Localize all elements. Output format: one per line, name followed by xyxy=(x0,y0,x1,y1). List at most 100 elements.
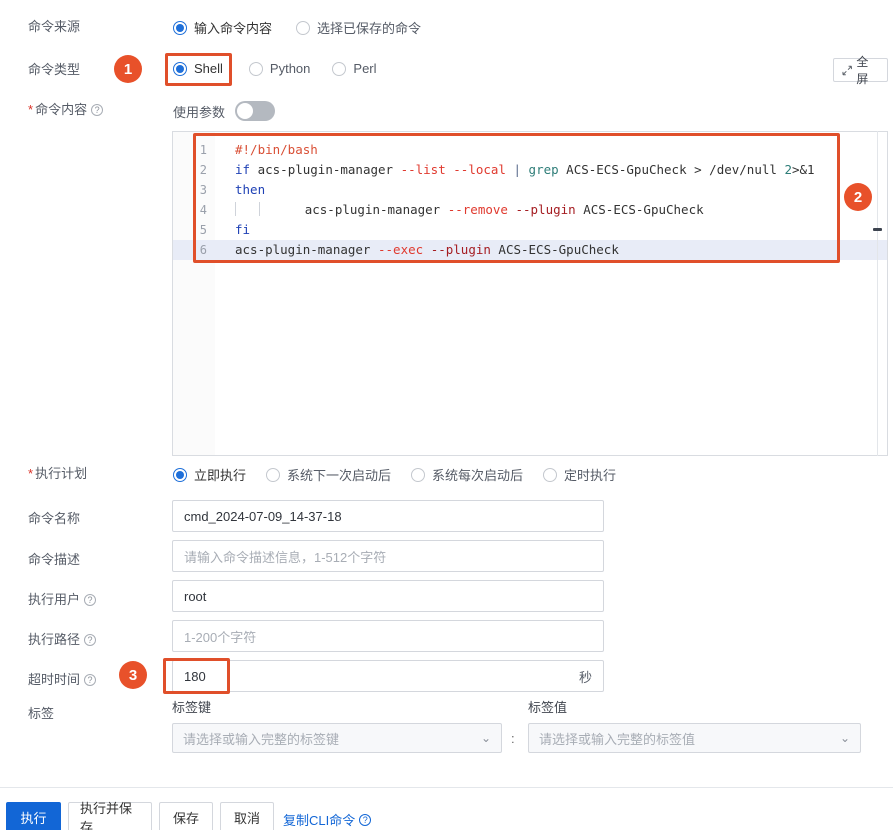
editor-line-text: acs-plugin-manager --remove --plugin ACS… xyxy=(235,200,887,220)
footer-divider xyxy=(0,787,893,788)
code-token: >&1 xyxy=(791,162,815,177)
code-token: ACS-ECS-GpuCheck xyxy=(490,242,619,257)
field-row-command-source: 命令来源 输入命令内容 选择已保存的命令 xyxy=(0,18,893,40)
radio-command-type-perl[interactable]: Perl xyxy=(332,61,377,76)
editor-line[interactable]: 4 acs-plugin-manager --remove --plugin A… xyxy=(173,200,887,220)
radio-group-execution-plan[interactable]: 立即执行 系统下一次启动后 系统每次启动后 定时执行 xyxy=(173,465,640,484)
editor-line[interactable]: 1 #!/bin/bash xyxy=(173,140,887,160)
radio-dot-icon xyxy=(543,467,558,482)
fullscreen-button[interactable]: 全屏 xyxy=(833,55,888,86)
editor-line-number: 5 xyxy=(199,223,207,237)
radio-exec-plan-next-boot[interactable]: 系统下一次启动后 xyxy=(266,465,391,484)
field-row-command-content: * 命令内容? 使用参数 xyxy=(0,101,893,123)
radio-group-command-source[interactable]: 输入命令内容 选择已保存的命令 xyxy=(173,18,445,37)
radio-dot-icon xyxy=(266,467,281,482)
label-command-type: 命令类型 xyxy=(28,62,81,77)
tag-key-select[interactable]: 请选择或输入完整的标签键 ⌄ xyxy=(172,723,502,753)
help-icon[interactable]: ? xyxy=(84,634,97,646)
radio-dot-icon xyxy=(248,61,263,76)
exec-user-value: root xyxy=(184,588,207,604)
create-command-form: 命令来源 输入命令内容 选择已保存的命令 命令类型 Shell Python P… xyxy=(0,0,893,830)
editor-scrollbar-track[interactable] xyxy=(877,131,878,456)
timeout-input[interactable]: 180 秒 xyxy=(172,660,604,692)
help-icon[interactable]: ? xyxy=(84,674,97,686)
code-token: then xyxy=(235,182,266,197)
required-asterisk: * xyxy=(28,466,34,481)
radio-group-command-type[interactable]: Shell Python Perl xyxy=(173,61,401,76)
label-execution-plan: * 执行计划 xyxy=(28,466,88,481)
exec-path-input[interactable]: 1-200个字符 xyxy=(172,620,604,652)
radio-command-type-python[interactable]: Python xyxy=(248,61,310,76)
command-desc-placeholder: 请输入命令描述信息，1-512个字符 xyxy=(184,549,387,565)
expand-arrows-icon xyxy=(842,65,852,75)
editor-line-text: acs-plugin-manager --exec --plugin ACS-E… xyxy=(235,240,887,260)
editor-line[interactable]: 5 fi xyxy=(173,220,887,240)
editor-scrollbar-thumb[interactable] xyxy=(873,228,882,231)
label-exec-user: 执行用户? xyxy=(28,591,163,609)
field-row-tags: 标签 xyxy=(0,705,893,725)
label-command-source: 命令来源 xyxy=(28,19,81,34)
radio-command-source-input[interactable]: 输入命令内容 xyxy=(173,18,272,37)
command-name-input[interactable]: cmd_2024-07-09_14-37-18 xyxy=(172,500,604,532)
radio-exec-plan-scheduled[interactable]: 定时执行 xyxy=(543,465,616,484)
code-token: fi xyxy=(235,222,251,237)
tag-key-label: 标签键 xyxy=(172,700,212,715)
editor-line[interactable]: 3 then xyxy=(173,180,887,200)
label-exec-path: 执行路径? xyxy=(28,631,163,649)
use-params-label: 使用参数 xyxy=(173,104,226,120)
radio-dot-icon xyxy=(173,61,187,76)
code-token: --list xyxy=(400,162,446,177)
radio-exec-plan-every-boot[interactable]: 系统每次启动后 xyxy=(411,465,523,484)
code-token: --remove xyxy=(447,202,508,217)
code-token: --plugin xyxy=(515,202,576,217)
radio-dot-icon xyxy=(411,467,426,482)
editor-line-number: 4 xyxy=(199,203,207,217)
exec-user-input[interactable]: root xyxy=(172,580,604,612)
copy-cli-label: 复制CLI命令 xyxy=(283,813,356,828)
code-token: acs-plugin-manager xyxy=(235,242,378,257)
help-icon[interactable]: ? xyxy=(359,813,372,826)
save-button[interactable]: 保存 xyxy=(159,802,213,830)
timeout-value: 180 xyxy=(184,668,206,684)
editor-line-text: fi xyxy=(235,220,887,240)
cancel-button[interactable]: 取消 xyxy=(220,802,274,830)
command-desc-input[interactable]: 请输入命令描述信息，1-512个字符 xyxy=(172,540,604,572)
code-token: --plugin xyxy=(430,242,491,257)
editor-line-text: then xyxy=(235,180,887,200)
radio-command-type-shell[interactable]: Shell xyxy=(173,61,223,76)
radio-dot-icon xyxy=(332,61,347,76)
exec-path-placeholder: 1-200个字符 xyxy=(184,629,257,645)
radio-exec-plan-immediate[interactable]: 立即执行 xyxy=(173,465,246,484)
run-button[interactable]: 执行 xyxy=(6,802,61,830)
editor-line-number: 3 xyxy=(199,183,207,197)
radio-command-source-saved[interactable]: 选择已保存的命令 xyxy=(296,18,421,37)
use-params-toggle[interactable] xyxy=(235,101,276,121)
radio-dot-icon xyxy=(173,467,187,482)
help-icon[interactable]: ? xyxy=(91,104,104,116)
code-token: acs-plugin-manager xyxy=(282,202,448,217)
code-token: grep xyxy=(528,162,559,177)
label-tags: 标签 xyxy=(28,706,55,721)
editor-code-area[interactable]: 1 #!/bin/bash 2 if acs-plugin-manager --lis… xyxy=(173,140,887,260)
use-params-toggle-wrap[interactable]: 使用参数 xyxy=(173,101,276,121)
editor-line[interactable]: 6 acs-plugin-manager --exec --plugin ACS-… xyxy=(173,240,887,260)
code-token: --exec xyxy=(378,242,424,257)
toggle-knob xyxy=(237,103,254,119)
command-content-editor[interactable]: 1 #!/bin/bash 2 if acs-plugin-manager --lis… xyxy=(172,131,888,456)
command-name-value: cmd_2024-07-09_14-37-18 xyxy=(184,508,342,524)
editor-line-number: 6 xyxy=(199,243,207,257)
editor-line-number: 2 xyxy=(199,163,207,177)
code-token: ACS-ECS-GpuCheck xyxy=(575,202,704,217)
radio-dot-icon xyxy=(173,20,187,35)
editor-line[interactable]: 2 if acs-plugin-manager --list --local | … xyxy=(173,160,887,180)
editor-line-text: if acs-plugin-manager --list --local | g… xyxy=(235,160,887,180)
tag-value-select[interactable]: 请选择或输入完整的标签值 ⌄ xyxy=(528,723,861,753)
editor-line-number: 1 xyxy=(199,143,207,157)
fullscreen-label: 全屏 xyxy=(856,55,869,86)
label-command-content: * 命令内容? xyxy=(28,101,163,119)
help-icon[interactable]: ? xyxy=(84,594,97,606)
copy-cli-command-link[interactable]: 复制CLI命令 ? xyxy=(283,810,372,829)
run-and-save-button[interactable]: 执行并保存 xyxy=(68,801,152,830)
